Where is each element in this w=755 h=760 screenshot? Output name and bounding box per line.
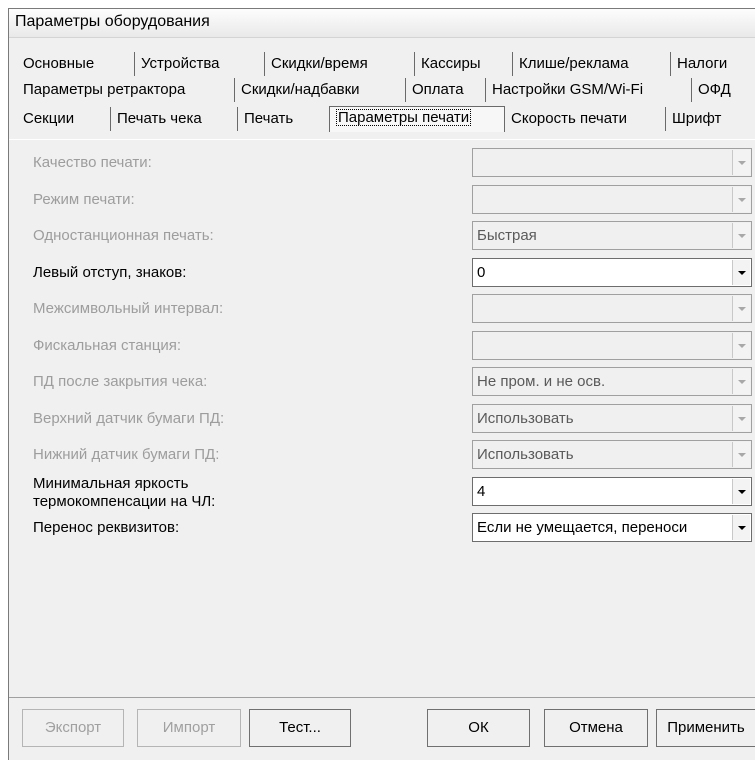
print-mode-select[interactable] [472,185,752,214]
dropdown-button[interactable] [732,515,750,540]
field-fiscal-station: Фискальная станция: [9,331,755,361]
tab-receipt-print[interactable]: Печать чека [111,107,238,131]
field-label: Качество печати: [33,154,152,171]
combo-value: Использовать [477,446,574,463]
dropdown-button[interactable] [732,369,750,394]
chevron-down-icon [738,380,746,384]
tab-print-params[interactable]: Параметры печати [329,106,505,132]
dropdown-button[interactable] [732,442,750,467]
tab-font[interactable]: Шрифт [666,107,752,131]
combo-value: Использовать [477,410,574,427]
field-label-line1: Минимальная яркость [33,475,189,492]
field-upper-paper-sensor: Верхний датчик бумаги ПД: Использовать [9,404,755,434]
cancel-button[interactable]: Отмена [544,709,648,747]
tab-print[interactable]: Печать [238,107,329,131]
field-char-spacing: Межсимвольный интервал: [9,294,755,324]
dropdown-button[interactable] [732,406,750,431]
test-button[interactable]: Тест... [249,709,351,747]
chevron-down-icon [738,234,746,238]
tab-ofd[interactable]: ОФД [692,78,752,102]
chevron-down-icon [738,453,746,457]
export-button[interactable]: Экспорт [22,709,124,747]
field-lower-paper-sensor: Нижний датчик бумаги ПД: Использовать [9,440,755,470]
field-single-station: Одностанционная печать: Быстрая [9,221,755,251]
combo-value: Если не умещается, переноси [477,519,688,536]
chevron-down-icon [738,490,746,494]
tab-taxes[interactable]: Налоги [671,52,753,76]
field-min-brightness: Минимальная яркость термокомпенсации на Ч… [9,475,755,510]
left-margin-select[interactable]: 0 [472,258,752,287]
field-label-line2: термокомпенсации на ЧЛ: [33,493,216,510]
field-label: ПД после закрытия чека: [33,373,208,390]
chevron-down-icon [738,526,746,530]
apply-button[interactable]: Применить [656,709,755,747]
fiscal-station-select[interactable] [472,331,752,360]
chevron-down-icon [738,344,746,348]
combo-value: Не пром. и не осв. [477,373,606,390]
dropdown-button[interactable] [732,296,750,321]
print-quality-select[interactable] [472,148,752,177]
field-label: Левый отступ, знаков: [33,264,187,281]
tab-print-params-label: Параметры печати [336,109,472,126]
tab-discounts-surcharges[interactable]: Скидки/надбавки [235,78,406,102]
tab-payment[interactable]: Оплата [406,78,486,102]
single-station-select[interactable]: Быстрая [472,221,752,250]
lower-paper-sensor-select[interactable]: Использовать [472,440,752,469]
dropdown-button[interactable] [732,187,750,212]
combo-value: 0 [477,264,486,281]
tab-discounts-time[interactable]: Скидки/время [265,52,415,76]
chevron-down-icon [738,307,746,311]
window-title: Параметры оборудования [15,13,210,30]
dropdown-button[interactable] [732,479,750,504]
ok-button[interactable]: ОК [427,709,530,747]
chevron-down-icon [738,271,746,275]
pd-after-close-select[interactable]: Не пром. и не осв. [472,367,752,396]
field-print-mode: Режим печати: [9,185,755,215]
dropdown-button[interactable] [732,260,750,285]
dropdown-button[interactable] [732,333,750,358]
tab-gsm-wifi[interactable]: Настройки GSM/Wi-Fi [486,78,692,102]
chevron-down-icon [738,198,746,202]
upper-paper-sensor-select[interactable]: Использовать [472,404,752,433]
field-label: Одностанционная печать: [33,227,214,244]
equipment-params-window: Параметры оборудования Основные Устройст… [8,8,755,760]
field-print-quality: Качество печати: [9,148,755,178]
tab-main[interactable]: Основные [17,52,135,76]
tab-retractor-params[interactable]: Параметры ретрактора [17,78,235,102]
min-brightness-select[interactable]: 4 [472,477,752,506]
tab-cashiers[interactable]: Кассиры [415,52,513,76]
field-label: Нижний датчик бумаги ПД: [33,446,220,463]
tab-header-ads[interactable]: Клише/реклама [513,52,671,76]
requisite-wrap-select[interactable]: Если не умещается, переноси [472,513,752,542]
field-label: Верхний датчик бумаги ПД: [33,410,225,427]
title-bar: Параметры оборудования [9,9,755,38]
combo-value: Быстрая [477,227,537,244]
chevron-down-icon [738,417,746,421]
field-label: Перенос реквизитов: [33,519,180,536]
tab-print-speed[interactable]: Скорость печати [505,107,666,131]
dropdown-button[interactable] [732,223,750,248]
field-label: Межсимвольный интервал: [33,300,224,317]
tab-devices[interactable]: Устройства [135,52,265,76]
field-pd-after-close: ПД после закрытия чека: Не пром. и не ос… [9,367,755,397]
field-label: Режим печати: [33,191,135,208]
field-requisite-wrap: Перенос реквизитов: Если не умещается, п… [9,513,755,543]
import-button[interactable]: Импорт [137,709,241,747]
field-left-margin: Левый отступ, знаков: 0 [9,258,755,288]
char-spacing-select[interactable] [472,294,752,323]
combo-value: 4 [477,483,486,500]
field-label: Фискальная станция: [33,337,182,354]
dropdown-button[interactable] [732,150,750,175]
chevron-down-icon [738,161,746,165]
tab-sections[interactable]: Секции [17,107,111,131]
field-label: Минимальная яркость термокомпенсации на Ч… [33,475,215,511]
